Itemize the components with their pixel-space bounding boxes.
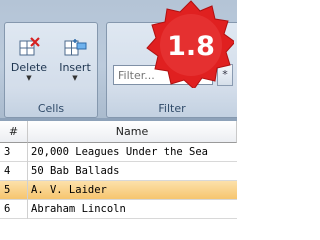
row-name: Abraham Lincoln — [31, 203, 126, 215]
cell-divider — [27, 143, 28, 162]
data-grid[interactable]: # Name 3 20,000 Leagues Under the Sea 4 … — [0, 121, 237, 221]
row-number: 4 — [4, 165, 11, 177]
ribbon: Delete ▼ Insert ▼ Cells * Filter 1.8 — [0, 0, 237, 121]
row-number: 6 — [4, 203, 11, 215]
cell-divider — [27, 162, 28, 181]
insert-button-label: Insert — [59, 61, 91, 74]
badge-text: 1.8 — [167, 31, 215, 62]
table-row-selected[interactable]: 5 A. V. Laider — [0, 181, 237, 200]
table-row[interactable]: 4 50 Bab Ballads — [0, 162, 237, 181]
table-row[interactable]: 3 20,000 Leagues Under the Sea — [0, 143, 237, 162]
delete-button[interactable]: Delete ▼ — [9, 37, 49, 97]
insert-button[interactable]: Insert ▼ — [55, 37, 95, 97]
table-row[interactable]: 6 Abraham Lincoln — [0, 200, 237, 219]
cell-divider — [27, 181, 28, 200]
row-name: 50 Bab Ballads — [31, 165, 120, 177]
row-number: 5 — [4, 184, 11, 196]
delete-dropdown-icon: ▼ — [26, 74, 32, 82]
insert-cells-icon — [64, 39, 87, 56]
row-name: A. V. Laider — [31, 184, 107, 196]
delete-button-label: Delete — [10, 61, 48, 74]
cells-group-label: Cells — [37, 102, 65, 115]
cells-group: Delete ▼ Insert ▼ Cells — [4, 22, 98, 118]
row-name: 20,000 Leagues Under the Sea — [31, 146, 209, 158]
version-badge: 1.8 — [146, 0, 234, 88]
filter-group-label: Filter — [158, 102, 186, 115]
insert-dropdown-icon: ▼ — [72, 74, 78, 82]
row-number: 3 — [4, 146, 11, 158]
cell-divider — [27, 200, 28, 219]
column-header-name[interactable]: Name — [28, 121, 237, 143]
column-header-number[interactable]: # — [0, 121, 28, 143]
delete-cells-icon — [19, 37, 40, 56]
